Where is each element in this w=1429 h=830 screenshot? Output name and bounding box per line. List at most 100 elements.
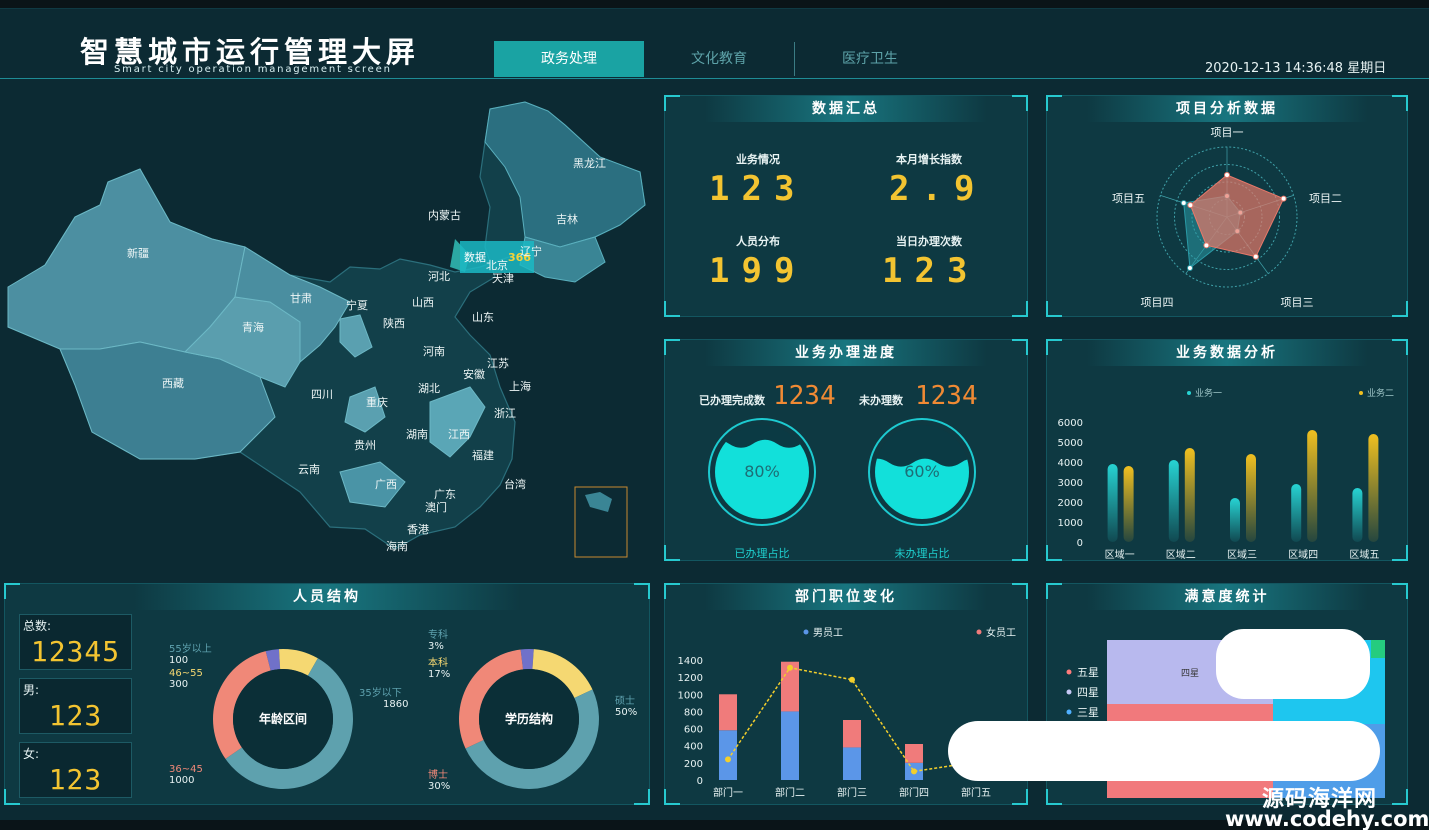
gauge-percent-0: 80% (744, 462, 780, 481)
dept-xtick: 部门二 (775, 786, 805, 799)
dept-line-point (787, 664, 793, 671)
map-label-12: 陕西 (383, 316, 405, 330)
bar-区域二-0 (1168, 460, 1179, 542)
age-value-1: 300 (169, 679, 188, 690)
todo-label: 未办理数 (859, 394, 903, 407)
radar-point (1252, 253, 1259, 260)
map-tooltip-label: 数据 (464, 250, 486, 264)
dept-bar-male-0 (719, 730, 737, 780)
male-label: 男: (23, 683, 40, 697)
gauge-caption-1: 未办理占比 (895, 546, 950, 560)
age-value-0: 100 (169, 655, 188, 666)
map-label-7: 河北 (428, 270, 450, 283)
dept-xtick: 部门五 (961, 786, 991, 799)
total-label: 总数: (23, 619, 52, 633)
tab-medical[interactable]: 医疗卫生 (795, 41, 945, 77)
summary-label-daily: 当日办理次数 (896, 235, 962, 248)
summary-label-business: 业务情况 (736, 153, 780, 166)
age-label-3: 36~45 (169, 764, 203, 775)
bars-ytick: 6000 (1058, 418, 1083, 429)
map-label-28: 广西 (375, 478, 397, 491)
bars-xtick: 区域三 (1227, 548, 1257, 560)
dept-ytick: 200 (684, 759, 703, 770)
dept-line-point (849, 676, 855, 683)
datetime-display: 2020-12-13 14:36:48 星期日 (1205, 61, 1387, 76)
radar-chart: 项目一项目二项目三 项目四 项目五 (1112, 126, 1342, 309)
map-label-3: 辽宁 (520, 244, 542, 258)
progress-title: 业务办理进度 (704, 340, 988, 366)
tile-four-star-label: 四星 (1181, 668, 1199, 679)
bars-ytick: 0 (1077, 538, 1083, 549)
dept-legend-1: 男员工 (813, 627, 843, 639)
legend-three-star: 三星 (1077, 706, 1099, 719)
business-bar-chart: 0 1000 2000 3000 4000 5000 6000 业务一 业务二区域一 区域二 区域三… (1058, 387, 1394, 560)
business-bars-panel: 业务数据分析 0 1000 2000 3000 4000 5000 6000 业务一 业务二 区域… (1046, 339, 1408, 561)
female-label: 女: (23, 747, 40, 761)
map-label-18: 西藏 (162, 377, 184, 390)
legend-five-star-dot (1066, 669, 1072, 675)
map-label-27: 福建 (472, 448, 494, 462)
people-title: 人员结构 (133, 584, 521, 610)
tab-culture-education[interactable]: 文化教育 (644, 41, 794, 77)
map-label-8: 甘肃 (290, 292, 312, 305)
summary-label-staff: 人员分布 (736, 235, 780, 248)
dept-legend-dot-1 (803, 629, 809, 635)
map-label-14: 河南 (423, 345, 445, 358)
bar-区域四-0 (1291, 484, 1302, 542)
people-donuts: 年龄区间 学历结构 55岁以上100 46~55300 35岁以下1860 36~4510… (169, 628, 637, 792)
age-value-2: 1860 (383, 699, 408, 710)
age-center-label: 年龄区间 (259, 711, 307, 726)
redaction-blob-top (1216, 629, 1370, 699)
dept-xtick: 部门一 (713, 786, 743, 799)
gauge-fill-0 (715, 439, 809, 519)
edu-value-2: 50% (615, 707, 637, 718)
tile-green (1371, 640, 1385, 658)
map-label-2: 内蒙古 (428, 208, 461, 222)
map-label-17: 上海 (509, 379, 531, 393)
map-label-21: 重庆 (366, 395, 388, 409)
map-label-11: 青海 (242, 320, 264, 334)
radar-point (1280, 195, 1287, 202)
dept-legend-2: 女员工 (986, 626, 1016, 639)
total-value: 12345 (30, 635, 121, 668)
map-label-16: 安徽 (463, 367, 485, 381)
map-label-6: 天津 (492, 272, 514, 285)
summary-label-growth: 本月增长指数 (896, 153, 962, 166)
age-label-2: 35岁以下 (359, 686, 402, 699)
radar-indicator-3: 项目四 (1141, 296, 1174, 309)
gauge-percent-1: 60% (904, 462, 940, 481)
map-label-30: 台湾 (504, 477, 526, 491)
bars-ytick: 4000 (1058, 458, 1083, 469)
radar-indicator-2: 项目三 (1281, 296, 1314, 309)
dept-line-point (911, 768, 917, 775)
dept-bar-female-0 (719, 694, 737, 731)
map-label-10: 山西 (412, 296, 434, 309)
map-label-15: 江苏 (487, 357, 509, 370)
female-stat-box: 女: 123 (19, 742, 132, 798)
dept-bar-male-2 (843, 747, 861, 780)
male-stat-box: 男: 123 (19, 678, 132, 734)
map-label-4: 新疆 (127, 246, 149, 260)
summary-panel: 数据汇总 业务情况 123 本月增长指数 2.9 人员分布 199 当日办理次数… (664, 95, 1028, 317)
dept-ytick: 400 (684, 742, 703, 753)
legend-four-star-dot (1066, 689, 1072, 695)
radar-point (1224, 172, 1230, 178)
edu-label-1: 本科 (428, 656, 448, 669)
radar-point (1180, 199, 1187, 206)
header: 智慧城市运行管理大屏 Smart city operation manageme… (0, 9, 1429, 79)
map-label-1: 吉林 (556, 212, 578, 226)
map-label-33: 海南 (386, 539, 408, 553)
dept-ytick: 1000 (678, 690, 703, 701)
tab-government[interactable]: 政务处理 (494, 41, 644, 77)
dept-title: 部门职位变化 (704, 584, 988, 610)
bars-xtick: 区域四 (1288, 548, 1318, 560)
dept-line-point (725, 756, 731, 763)
region-xinjiang[interactable] (7, 168, 246, 353)
done-value: 1234 (773, 381, 836, 411)
bar-区域三-1 (1246, 454, 1256, 542)
progress-gauges: 80% 已办理占比 60% 未办理占比 (708, 418, 976, 560)
map-label-24: 湖南 (406, 428, 428, 441)
radar-point (1203, 242, 1210, 249)
radar-point (1186, 264, 1193, 271)
summary-value-business: 123 (709, 169, 807, 209)
